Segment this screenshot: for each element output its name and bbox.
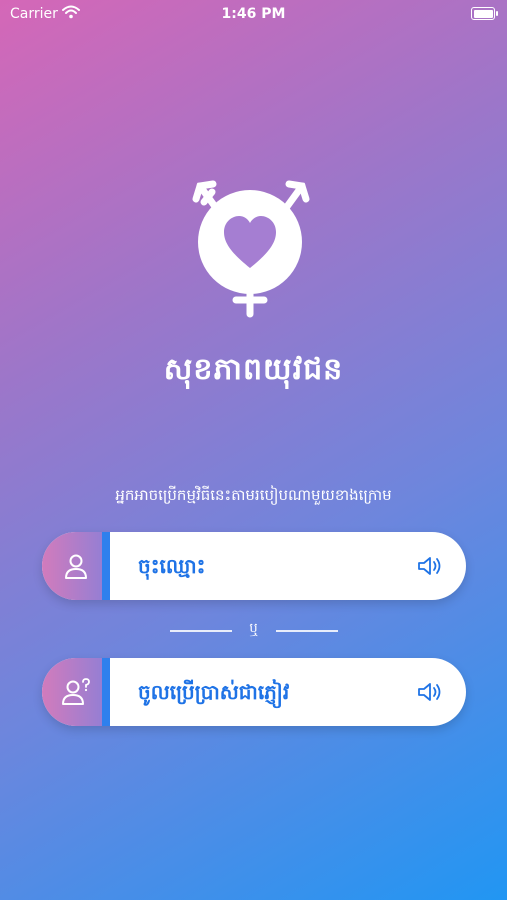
transgender-heart-logo	[192, 180, 310, 318]
status-bar: Carrier 1:46 PM	[0, 0, 507, 30]
user-icon	[65, 554, 87, 579]
app-title: សុខភាពយុវជន	[163, 352, 344, 387]
guest-login-label: ចូលប្រើប្រាស់ជាភ្ញៀវ	[138, 680, 290, 704]
or-text: ឬ	[249, 621, 258, 636]
instruction-text: អ្នកអាចប្រើកម្មវិធីនេះតាមរបៀបណាមួយខាងក្រ…	[115, 486, 392, 504]
guest-user-icon	[62, 678, 90, 705]
speaker-icon[interactable]	[416, 554, 444, 578]
register-button[interactable]: ចុះឈ្មោះ	[42, 532, 466, 600]
register-label: ចុះឈ្មោះ	[138, 554, 206, 578]
speaker-icon[interactable]	[416, 680, 444, 704]
guest-login-button[interactable]: ចូលប្រើប្រាស់ជាភ្ញៀវ	[42, 658, 466, 726]
or-divider: ឬ	[0, 620, 507, 640]
battery-icon	[471, 7, 498, 20]
clock: 1:46 PM	[221, 6, 286, 22]
